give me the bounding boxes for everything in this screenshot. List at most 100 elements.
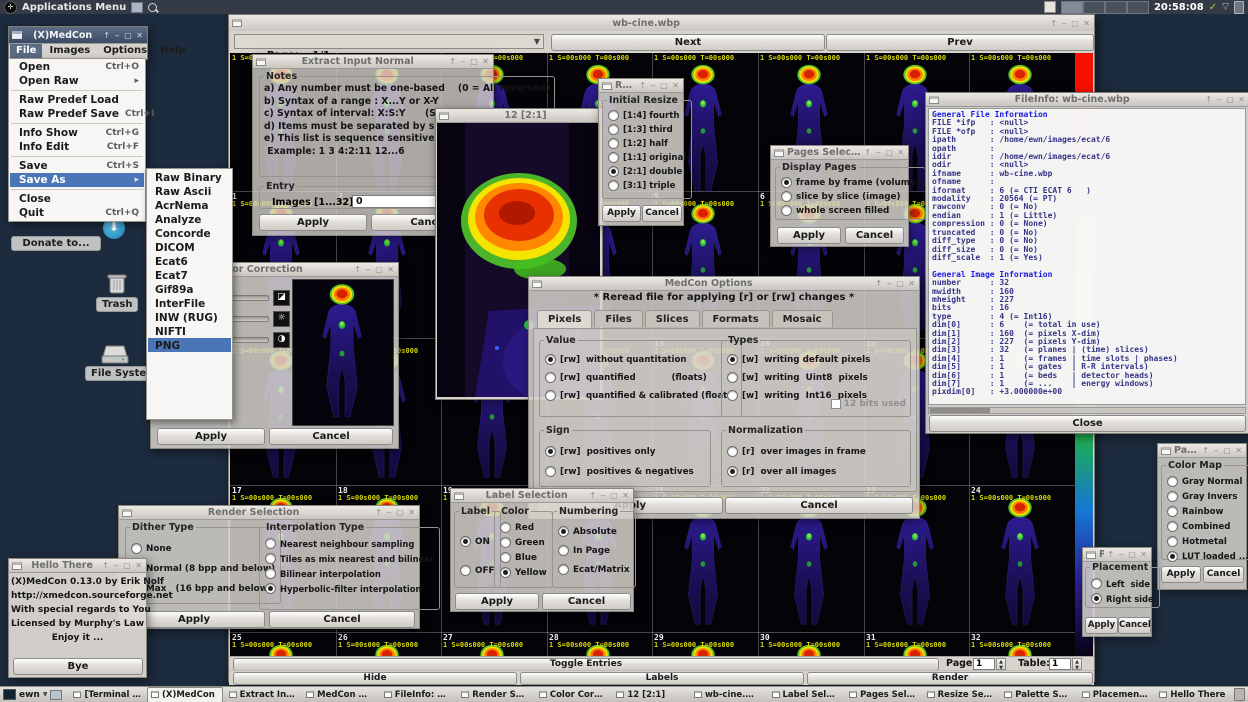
scan-cell-31[interactable]: 311 S=00s000 T=00s000: [864, 634, 969, 656]
radio-w-writing-uint8-pixels[interactable]: [w] writing Uint8 pixels: [727, 372, 905, 383]
window-buttons[interactable]: ↑ ‒ ▢ ✕: [875, 279, 916, 288]
menu-item-raw-predef-save[interactable]: Raw Predef SaveCtrl+I: [10, 107, 144, 121]
submenu-item-acrnema[interactable]: AcrNema: [148, 198, 231, 212]
menubar-help[interactable]: Help: [154, 44, 192, 58]
close-button[interactable]: Close: [929, 415, 1246, 432]
scan-cell-27[interactable]: 271 S=00s000 T=00s000: [441, 634, 546, 656]
radio-off[interactable]: OFF: [460, 565, 495, 576]
titlebar[interactable]: MedCon Options ↑ ‒ ▢ ✕: [529, 277, 919, 291]
cancel-button[interactable]: Cancel: [269, 428, 393, 445]
window-icon[interactable]: [1086, 551, 1096, 559]
window-buttons[interactable]: ↑ ‒ ▢ ✕: [1050, 19, 1091, 28]
radio-combined[interactable]: Combined: [1167, 521, 1248, 532]
submenu-item-inw-rug[interactable]: INW (RUG): [148, 310, 231, 324]
workspace-pager[interactable]: [1061, 1, 1149, 14]
scrollbar-thumb[interactable]: [930, 408, 990, 413]
prev-button[interactable]: Prev: [826, 34, 1094, 51]
page-spinner[interactable]: ▲▼: [973, 658, 1007, 670]
window-buttons[interactable]: ↑ ‒ ▢ ✕: [449, 57, 490, 66]
taskbar-item-fileinfo-wb[interactable]: FileInfo: wb-...: [380, 687, 456, 702]
titlebar[interactable]: Resize Selection ↑ ‒ ▢ ✕: [599, 79, 683, 93]
titlebar[interactable]: 12 [2:1]: [436, 109, 602, 123]
menu-item-info-edit[interactable]: Info EditCtrl+F: [10, 140, 144, 154]
window-buttons[interactable]: ↑ ‒ ▢ ✕: [1205, 95, 1246, 104]
menu-item-close[interactable]: Close: [10, 192, 144, 206]
radio-yellow[interactable]: Yellow: [500, 567, 547, 578]
menu-item-open[interactable]: OpenCtrl+O: [10, 60, 144, 74]
taskbar-item-color-correc[interactable]: Color Correc...: [535, 687, 611, 702]
window-buttons[interactable]: ↑ ‒ ▢ ✕: [639, 81, 680, 90]
radio-on[interactable]: ON: [460, 536, 495, 547]
desktop-icon[interactable]: [3, 689, 16, 700]
cancel-button[interactable]: Cancel: [725, 497, 913, 514]
taskbar-item-label-select[interactable]: Label Select...: [768, 687, 844, 702]
radio-lut-loaded[interactable]: LUT loaded ...: [1167, 551, 1248, 562]
radio-rw-positives-negatives[interactable]: [rw] positives & negatives: [545, 466, 705, 477]
window-icon[interactable]: [532, 280, 542, 288]
submenu-item-raw-binary[interactable]: Raw Binary: [148, 170, 231, 184]
network-icon[interactable]: ▽: [1222, 2, 1229, 12]
submenu-item-dicom[interactable]: DICOM: [148, 240, 231, 254]
spinner-arrows-icon[interactable]: ▲▼: [996, 658, 1006, 670]
window-buttons[interactable]: ↑ ‒ ▢ ✕: [375, 508, 416, 517]
desktop-item-donate[interactable]: Donate to...: [11, 236, 101, 251]
cancel-button[interactable]: Cancel: [269, 611, 415, 628]
radio-tiles-as-mix-nearest-and-bil[interactable]: Tiles as mix nearest and bilinear: [265, 553, 434, 564]
horizontal-scrollbar[interactable]: [928, 407, 1246, 414]
cancel-button[interactable]: Cancel: [542, 593, 631, 610]
taskbar-item-wb-cine-wbp[interactable]: wb-cine.wbp: [690, 687, 766, 702]
menu-item-info-show[interactable]: Info ShowCtrl+G: [10, 126, 144, 140]
radio-gray-normal[interactable]: Gray Normal: [1167, 476, 1248, 487]
labels-button[interactable]: Labels: [520, 672, 804, 685]
scan-cell-28[interactable]: 281 S=00s000 T=00s000: [547, 634, 652, 656]
scan-cell-24[interactable]: 241 S=00s000 T=00s000: [969, 487, 1074, 634]
taskbar-item-resize-selec[interactable]: Resize Selec...: [923, 687, 999, 702]
radio-normal-8-bpp-and-below[interactable]: Normal (8 bpp and below): [131, 563, 275, 574]
radio-w-writing-default-pixels[interactable]: [w] writing default pixels: [727, 354, 905, 365]
window-buttons[interactable]: ↑ ‒ ▢ ✕: [1202, 446, 1243, 455]
cancel-button[interactable]: Cancel: [642, 205, 682, 222]
radio-1-1-original[interactable]: [1:1] original: [608, 152, 686, 163]
radio-ecat-matrix[interactable]: Ecat/Matrix: [558, 564, 630, 575]
radio-rw-without-quantitation[interactable]: [rw] without quantitation: [545, 354, 736, 365]
radio-red[interactable]: Red: [500, 522, 547, 533]
titlebar[interactable]: Hello There ↑ ‒ ▢ ✕: [9, 559, 146, 573]
titlebar[interactable]: Palette Selection ↑ ‒ ▢ ✕: [1158, 444, 1246, 458]
menubar-images[interactable]: Images: [43, 44, 96, 58]
radio-1-3-third[interactable]: [1:3] third: [608, 124, 686, 135]
brightness-icon[interactable]: ☼: [273, 311, 290, 327]
page-spin-input[interactable]: [973, 658, 995, 670]
submenu-item-nifti[interactable]: NIFTI: [148, 324, 231, 338]
titlebar[interactable]: Pages Selection ↑ ‒ ▢ ✕: [771, 146, 908, 160]
files-icon[interactable]: [131, 2, 143, 13]
table-spinner[interactable]: ▲▼: [1049, 658, 1083, 670]
menubar-file[interactable]: File: [10, 44, 42, 58]
radio-right-side[interactable]: Right side: [1091, 593, 1154, 604]
titlebar[interactable]: Placement ↑ ‒ ▢ ✕: [1083, 548, 1151, 562]
tab-slices[interactable]: Slices: [645, 310, 700, 327]
taskbar-item-render-sele[interactable]: Render Sele...: [457, 687, 533, 702]
titlebar[interactable]: Extract Input Normal ↑ ‒ ▢ ✕: [253, 55, 493, 69]
menu-item-quit[interactable]: QuitCtrl+Q: [10, 206, 144, 220]
radio-blue[interactable]: Blue: [500, 552, 547, 563]
apply-button[interactable]: Apply: [1161, 566, 1201, 583]
radio-nearest-neighbour-sampling[interactable]: Nearest neighbour sampling: [265, 538, 434, 549]
window-icon[interactable]: [232, 19, 242, 27]
window-icon[interactable]: [1161, 447, 1171, 455]
table-spin-input[interactable]: [1049, 658, 1071, 670]
radio-rw-quantified-floats[interactable]: [rw] quantified (floats): [545, 372, 736, 383]
window-buttons[interactable]: ↑ ‒ ▢ ✕: [102, 561, 143, 570]
window-icon[interactable]: [602, 82, 612, 90]
submenu-item-gif89a[interactable]: Gif89a: [148, 282, 231, 296]
taskbar-item-terminal[interactable]: [Terminal - ...: [69, 687, 145, 702]
filesystem-icon[interactable]: [100, 342, 130, 366]
menu-item-raw-predef-load[interactable]: Raw Predef Load: [10, 93, 144, 107]
bye-button[interactable]: Bye: [13, 658, 143, 675]
taskbar-item-medcon-opt[interactable]: MedCon Opt...: [302, 687, 378, 702]
submenu-item-raw-ascii[interactable]: Raw Ascii: [148, 184, 231, 198]
taskbar-item-palette-sele[interactable]: Palette Sele...: [1000, 687, 1076, 702]
radio-rainbow[interactable]: Rainbow: [1167, 506, 1248, 517]
menu-item-open-raw[interactable]: Open Raw▸: [10, 74, 144, 88]
cancel-button[interactable]: Cancel: [1118, 617, 1151, 634]
applications-menu[interactable]: Applications Menu: [22, 2, 126, 13]
